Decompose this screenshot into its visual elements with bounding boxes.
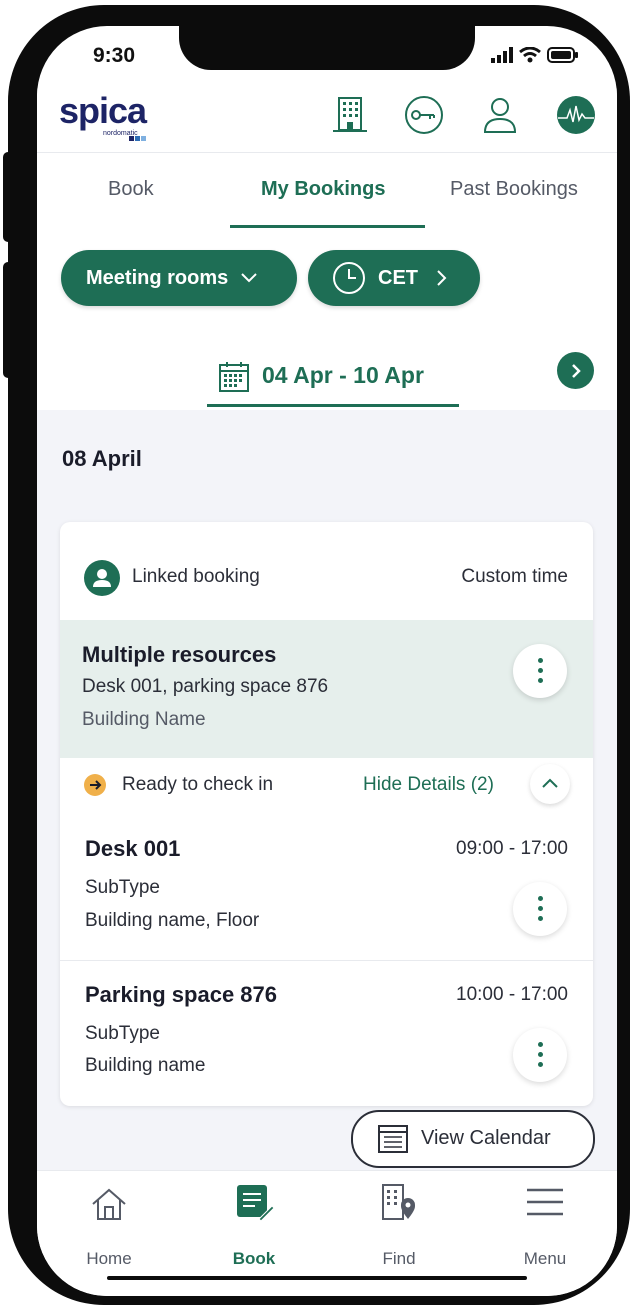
booking-card: Linked booking Custom time Multiple reso… — [60, 522, 593, 1106]
tab-my-bookings[interactable]: My Bookings — [261, 178, 385, 201]
check-in-arrow-icon — [84, 774, 106, 796]
key-icon[interactable] — [403, 94, 445, 136]
resource-type-label: Meeting rooms — [86, 266, 229, 289]
signal-icon — [491, 47, 513, 63]
book-icon — [237, 1185, 275, 1222]
view-calendar-label: View Calendar — [421, 1127, 551, 1149]
date-range-selector: 04 Apr - 10 Apr — [37, 348, 617, 408]
building-icon[interactable] — [329, 94, 371, 136]
chevron-down-icon — [241, 273, 257, 283]
collapse-details-button[interactable] — [530, 764, 570, 804]
item-name: Desk 001 — [85, 836, 181, 861]
view-calendar-button[interactable]: View Calendar — [351, 1110, 595, 1168]
timezone-label: CET — [378, 266, 418, 289]
filter-bar: Meeting rooms CET 04 Apr - 10 Apr — [37, 228, 617, 408]
status-icons — [491, 44, 579, 66]
chevron-up-icon — [542, 778, 558, 788]
booking-resources: Desk 001, parking space 876 — [82, 676, 329, 697]
user-icon[interactable] — [479, 94, 521, 136]
resource-type-dropdown[interactable]: Meeting rooms — [61, 250, 297, 306]
date-range-label[interactable]: 04 Apr - 10 Apr — [262, 362, 424, 389]
booking-card-header: Linked booking Custom time — [60, 522, 593, 620]
home-indicator — [107, 1276, 527, 1280]
nav-book-label: Book — [232, 1249, 276, 1268]
booking-tabs: Book My Bookings Past Bookings — [37, 154, 617, 229]
nav-find[interactable]: Find — [339, 1171, 459, 1271]
linked-booking-label: Linked booking — [132, 566, 260, 587]
logo-square — [141, 136, 146, 141]
custom-time-label: Custom time — [461, 566, 568, 587]
app-header: spica nordomatic — [37, 88, 617, 153]
date-range-underline — [207, 404, 459, 407]
item-subtype: SubType — [85, 1023, 160, 1044]
item-more-button[interactable] — [513, 1028, 567, 1082]
nav-menu[interactable]: Menu — [485, 1171, 605, 1271]
menu-icon — [527, 1188, 563, 1216]
app-screen: 9:30 spica nordomatic Book My Bookings P… — [37, 26, 617, 1296]
nav-find-label: Find — [382, 1249, 416, 1268]
calendar-icon — [219, 362, 249, 392]
status-time: 9:30 — [93, 44, 136, 67]
item-time: 10:00 - 17:00 — [456, 984, 568, 1005]
logo-wordmark: spica — [59, 90, 147, 131]
phone-notch — [179, 26, 475, 70]
chevron-right-icon — [572, 364, 581, 378]
nav-home[interactable]: Home — [49, 1171, 169, 1271]
phone-side-button — [3, 152, 13, 242]
tab-book[interactable]: Book — [108, 178, 154, 201]
linked-user-icon — [84, 560, 120, 596]
booking-title: Multiple resources — [82, 642, 277, 667]
clock-icon — [333, 262, 365, 294]
list-calendar-icon — [378, 1125, 408, 1153]
find-icon — [382, 1184, 415, 1220]
nav-menu-label: Menu — [523, 1249, 567, 1268]
booking-more-button[interactable] — [513, 644, 567, 698]
avatar-icon[interactable] — [555, 94, 597, 136]
chevron-right-icon — [437, 270, 447, 286]
spica-logo[interactable]: spica nordomatic — [59, 90, 159, 141]
next-week-button[interactable] — [557, 352, 594, 389]
booking-item[interactable]: Desk 001 09:00 - 17:00 SubType Building … — [60, 814, 593, 961]
logo-square — [135, 136, 140, 141]
hide-details-link[interactable]: Hide Details (2) — [363, 774, 494, 796]
booking-summary[interactable]: Multiple resources Desk 001, parking spa… — [60, 620, 593, 758]
item-name: Parking space 876 — [85, 982, 278, 1007]
item-location: Building name, Floor — [85, 910, 260, 931]
booking-building: Building Name — [82, 709, 206, 730]
phone-side-button — [3, 262, 13, 378]
battery-icon — [547, 47, 578, 63]
item-more-button[interactable] — [513, 882, 567, 936]
item-subtype: SubType — [85, 877, 160, 898]
home-icon — [92, 1188, 126, 1220]
day-heading: 08 April — [62, 446, 142, 471]
item-time: 09:00 - 17:00 — [456, 838, 568, 859]
booking-item[interactable]: Parking space 876 10:00 - 17:00 SubType … — [60, 961, 593, 1106]
bookings-list: 08 April Linked booking Custom time Mult… — [37, 410, 617, 1170]
wifi-icon — [519, 47, 541, 63]
tab-past-bookings[interactable]: Past Bookings — [450, 178, 578, 201]
booking-status-row: Ready to check in Hide Details (2) — [60, 758, 593, 814]
nav-home-label: Home — [86, 1249, 132, 1268]
timezone-button[interactable]: CET — [308, 250, 480, 306]
item-location: Building name — [85, 1055, 206, 1076]
nav-book[interactable]: Book — [194, 1171, 314, 1271]
logo-square — [129, 136, 134, 141]
status-text: Ready to check in — [122, 774, 274, 795]
